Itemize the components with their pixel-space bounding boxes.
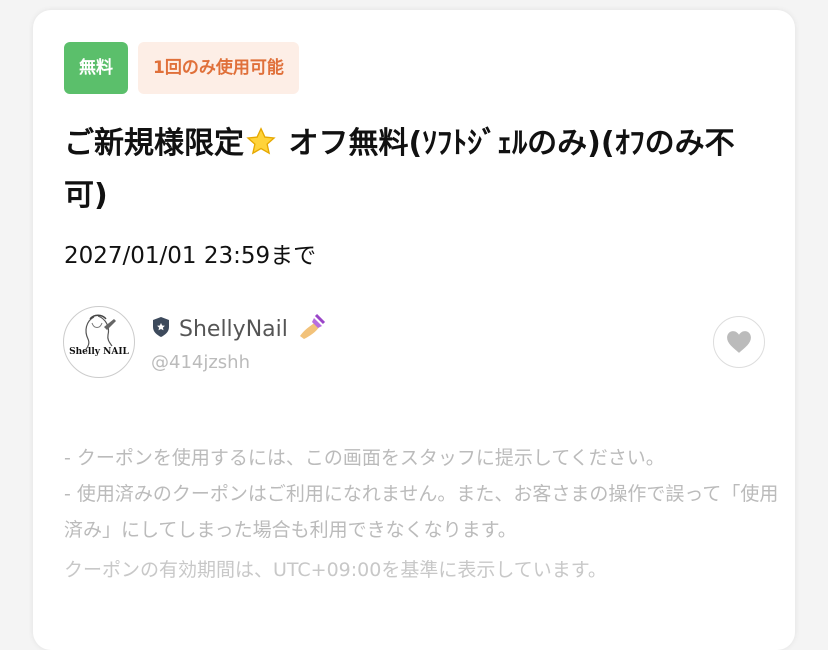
usage-notes: - クーポンを使用するには、この画面をスタッフに提示してください。 - 使用済み… bbox=[64, 440, 784, 588]
shop-handle: @414jzshh bbox=[151, 352, 250, 373]
shield-icon bbox=[151, 316, 171, 342]
shop-name[interactable]: ShellyNail bbox=[179, 317, 288, 342]
note-line-1: - クーポンを使用するには、この画面をスタッフに提示してください。 bbox=[64, 447, 665, 469]
timezone-note: クーポンの有効期間は、UTC+09:00を基準に表示しています。 bbox=[64, 559, 607, 581]
like-button[interactable] bbox=[713, 316, 765, 368]
shop-avatar[interactable]: Shelly NAIL bbox=[63, 306, 135, 378]
badge-row: 無料 1回のみ使用可能 bbox=[64, 42, 299, 94]
free-badge: 無料 bbox=[64, 42, 128, 94]
shop-name-row: ShellyNail bbox=[151, 312, 326, 346]
usage-limit-badge: 1回のみ使用可能 bbox=[138, 42, 299, 94]
coupon-card: 無料 1回のみ使用可能 ご新規様限定 オフ無料(ｿﾌﾄｼﾞｪﾙのみ)(ｵﾌのみ不… bbox=[33, 10, 795, 650]
nail-polish-icon bbox=[296, 312, 326, 346]
coupon-title-part1: ご新規様限定 bbox=[64, 126, 244, 161]
heart-icon bbox=[727, 331, 751, 353]
avatar-illustration bbox=[85, 314, 116, 350]
star-icon bbox=[244, 126, 278, 161]
shop-info: ShellyNail @414jzshh bbox=[151, 312, 326, 373]
expiry-date: 2027/01/01 23:59まで bbox=[64, 243, 317, 269]
coupon-title: ご新規様限定 オフ無料(ｿﾌﾄｼﾞｪﾙのみ)(ｵﾌのみ不可) bbox=[64, 118, 764, 222]
avatar-logo-text: Shelly NAIL bbox=[69, 347, 129, 357]
note-line-2: - 使用済みのクーポンはご利用になれません。また、お客さまの操作で誤って「使用済… bbox=[64, 483, 779, 541]
